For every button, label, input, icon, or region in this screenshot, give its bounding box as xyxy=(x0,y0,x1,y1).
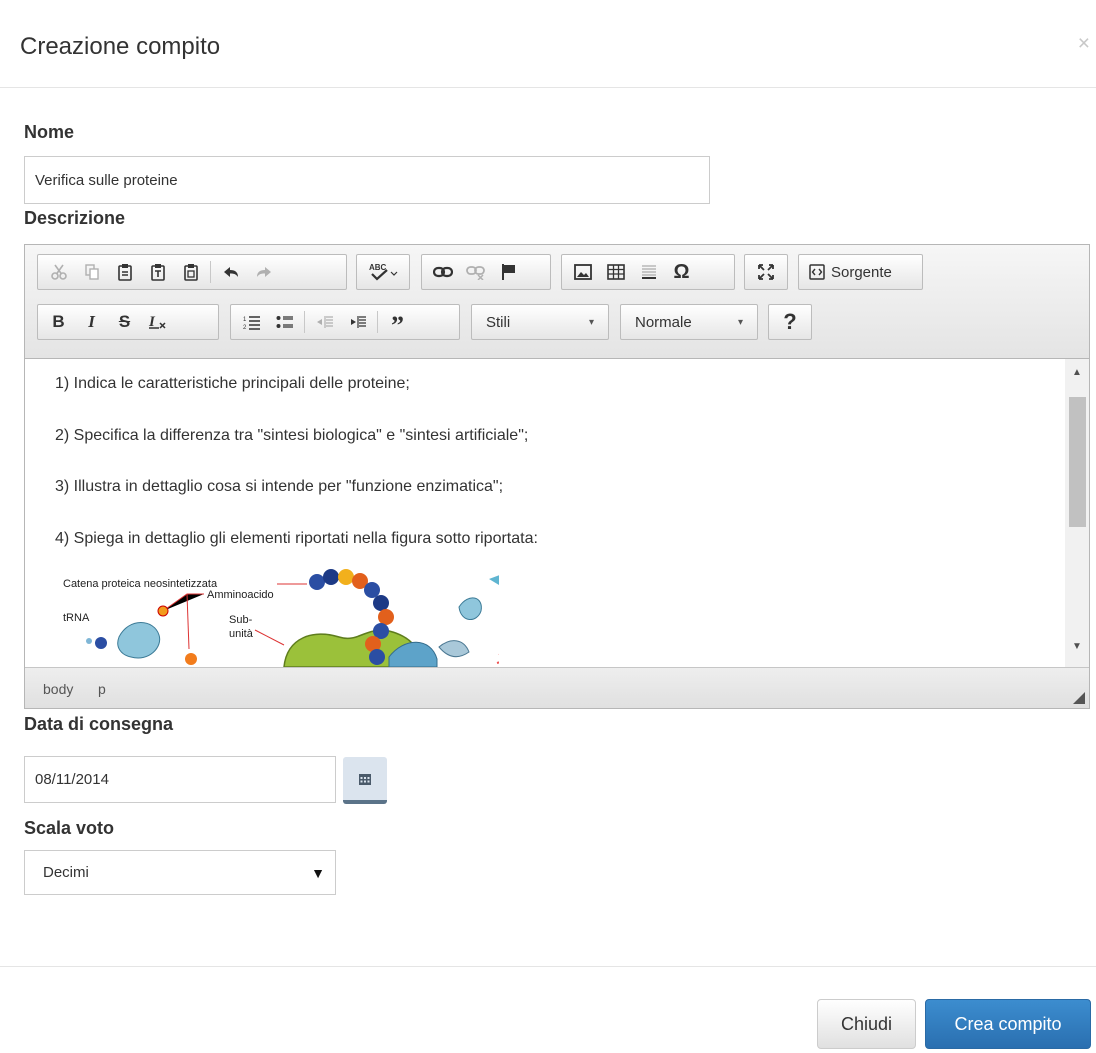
figure-label-amino: Amminoacido xyxy=(207,589,274,601)
figure-label-trna: tRNA xyxy=(63,612,90,624)
clipboard-undo-group xyxy=(37,254,347,290)
close-icon[interactable]: × xyxy=(1078,32,1090,56)
path-item-body[interactable]: body xyxy=(43,681,73,697)
styles-dropdown-label: Stili xyxy=(486,313,511,331)
rich-text-editor: ABC Ω Sorgente B I S I 1 2 ” Stili ▾ Nor… xyxy=(24,244,1090,709)
grade-scale-select[interactable]: Decimi ▼ xyxy=(24,850,336,895)
indent-icon[interactable] xyxy=(341,308,374,336)
italic-button[interactable]: I xyxy=(75,308,108,336)
maximize-group xyxy=(744,254,788,290)
paragraph-group: 12 ” xyxy=(230,304,460,340)
spellcheck-icon[interactable]: ABC xyxy=(361,258,405,286)
basic-styles-group: B I S I xyxy=(37,304,219,340)
format-dropdown[interactable]: Normale ▾ xyxy=(620,304,758,340)
unlink-icon[interactable] xyxy=(459,258,492,286)
grade-scale-value: Decimi xyxy=(43,864,89,881)
figure-label-sub1: Sub- xyxy=(229,614,253,626)
bulleted-list-icon[interactable] xyxy=(268,308,301,336)
name-label: Nome xyxy=(24,122,75,142)
figure-label-sub2: unità xyxy=(229,628,254,640)
format-dropdown-label: Normale xyxy=(635,313,692,331)
spellcheck-group: ABC xyxy=(356,254,410,290)
styles-dropdown[interactable]: Stili ▾ xyxy=(471,304,609,340)
create-task-button[interactable]: Crea compito xyxy=(925,999,1091,1049)
paste-icon[interactable] xyxy=(108,258,141,286)
maximize-icon[interactable] xyxy=(749,258,782,286)
chevron-down-icon: ▾ xyxy=(588,316,594,328)
name-input[interactable] xyxy=(24,156,710,204)
modal-header: Creazione compito × xyxy=(0,0,1096,88)
paste-text-icon[interactable] xyxy=(141,258,174,286)
scroll-down-icon[interactable]: ▼ xyxy=(1065,641,1089,652)
numbered-list-icon[interactable]: 12 xyxy=(235,308,268,336)
svg-text:ABC: ABC xyxy=(369,263,387,272)
content-line: 4) Spiega in dettaglio gli elementi ripo… xyxy=(55,530,538,547)
undo-icon[interactable] xyxy=(214,258,247,286)
bold-button[interactable]: B xyxy=(42,308,75,336)
source-icon xyxy=(809,264,825,280)
calendar-icon xyxy=(359,773,371,785)
content-line: 3) Illustra in dettaglio cosa si intende… xyxy=(55,478,504,495)
editor-content[interactable]: 1) Indica le caratteristiche principali … xyxy=(25,359,1065,667)
strikethrough-button[interactable]: S xyxy=(108,308,141,336)
source-label: Sorgente xyxy=(831,263,892,281)
editor-statusbar: body p xyxy=(25,667,1089,708)
blockquote-icon[interactable]: ” xyxy=(381,308,414,340)
dropdown-arrow-icon: ▼ xyxy=(311,864,325,881)
paste-word-icon[interactable] xyxy=(174,258,207,286)
help-button[interactable]: ? xyxy=(768,304,812,340)
copy-icon[interactable] xyxy=(75,258,108,286)
image-icon[interactable] xyxy=(566,258,599,286)
calendar-button[interactable] xyxy=(343,757,387,804)
footer-divider xyxy=(0,966,1096,967)
scroll-thumb[interactable] xyxy=(1069,397,1086,527)
redo-icon[interactable] xyxy=(247,258,280,286)
svg-text:1: 1 xyxy=(243,317,247,323)
svg-text:2: 2 xyxy=(243,325,247,330)
toolbar-separator xyxy=(210,261,211,283)
chevron-down-icon: ▾ xyxy=(737,316,743,328)
special-char-icon[interactable]: Ω xyxy=(665,258,698,286)
link-group xyxy=(421,254,551,290)
due-date-label: Data di consegna xyxy=(24,714,174,734)
outdent-icon[interactable] xyxy=(308,308,341,336)
content-line: 2) Specifica la differenza tra "sintesi … xyxy=(55,427,529,444)
toolbar-separator xyxy=(304,311,305,333)
horizontal-rule-icon[interactable] xyxy=(632,258,665,286)
insert-group: Ω xyxy=(561,254,735,290)
table-icon[interactable] xyxy=(599,258,632,286)
remove-format-icon[interactable]: I xyxy=(141,308,174,336)
figure-label-chain: Catena proteica neosintetizzata xyxy=(63,578,218,590)
editor-scrollbar[interactable]: ▲ ▼ xyxy=(1065,359,1089,667)
content-line: 1) Indica le caratteristiche principali … xyxy=(55,375,410,392)
anchor-flag-icon[interactable] xyxy=(492,258,525,286)
editor-toolbar: ABC Ω Sorgente B I S I 1 2 ” Stili ▾ Nor… xyxy=(25,245,1089,359)
description-label: Descrizione xyxy=(24,208,126,228)
modal-title: Creazione compito xyxy=(20,33,221,60)
protein-synthesis-figure: Catena proteica neosintetizzata Amminoac… xyxy=(59,567,512,667)
path-item-p[interactable]: p xyxy=(98,681,106,697)
due-date-input[interactable] xyxy=(24,756,336,803)
source-button[interactable]: Sorgente xyxy=(798,254,923,290)
toolbar-separator xyxy=(377,311,378,333)
close-button[interactable]: Chiudi xyxy=(817,999,916,1049)
link-icon[interactable] xyxy=(426,258,459,286)
resize-handle-icon[interactable] xyxy=(1073,692,1085,704)
grade-scale-label: Scala voto xyxy=(24,818,115,838)
cut-icon[interactable] xyxy=(42,258,75,286)
scroll-up-icon[interactable]: ▲ xyxy=(1065,367,1089,378)
